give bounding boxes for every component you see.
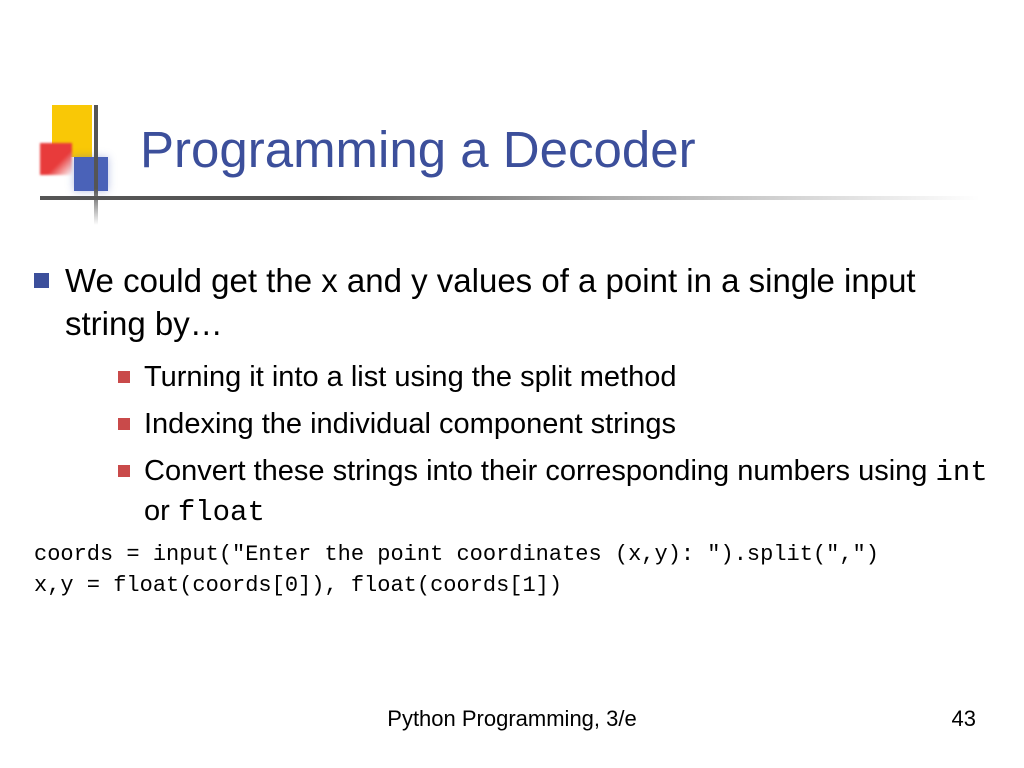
vertical-rule xyxy=(94,105,98,225)
title-decoration xyxy=(40,105,120,205)
code-span: float xyxy=(178,496,265,529)
bullet-text: Turning it into a list using the split m… xyxy=(144,358,676,397)
bullet-text: We could get the x and y values of a poi… xyxy=(65,260,994,346)
slide-title: Programming a Decoder xyxy=(140,120,696,179)
bullet-square-icon xyxy=(118,418,130,430)
code-block: coords = input("Enter the point coordina… xyxy=(34,540,994,602)
bullet-text: Convert these strings into their corresp… xyxy=(144,452,994,532)
list-item: Indexing the individual component string… xyxy=(118,405,994,444)
code-line: coords = input("Enter the point coordina… xyxy=(34,542,879,567)
square-blue xyxy=(74,157,108,191)
list-item: We could get the x and y values of a poi… xyxy=(34,260,994,346)
bullet-square-icon xyxy=(118,465,130,477)
text-span: or xyxy=(144,495,178,527)
text-span: Convert these strings into their corresp… xyxy=(144,455,935,487)
code-line: x,y = float(coords[0]), float(coords[1]) xyxy=(34,573,562,598)
content-area: We could get the x and y values of a poi… xyxy=(34,260,994,602)
code-span: int xyxy=(935,456,987,489)
bullet-square-icon xyxy=(118,371,130,383)
footer-text: Python Programming, 3/e xyxy=(0,706,1024,732)
page-number: 43 xyxy=(952,706,976,732)
list-item: Turning it into a list using the split m… xyxy=(118,358,994,397)
square-red xyxy=(40,143,72,175)
bullet-square-icon xyxy=(34,273,49,288)
list-item: Convert these strings into their corresp… xyxy=(118,452,994,532)
horizontal-rule xyxy=(40,196,980,200)
bullet-text: Indexing the individual component string… xyxy=(144,405,676,444)
sub-list: Turning it into a list using the split m… xyxy=(118,358,994,533)
